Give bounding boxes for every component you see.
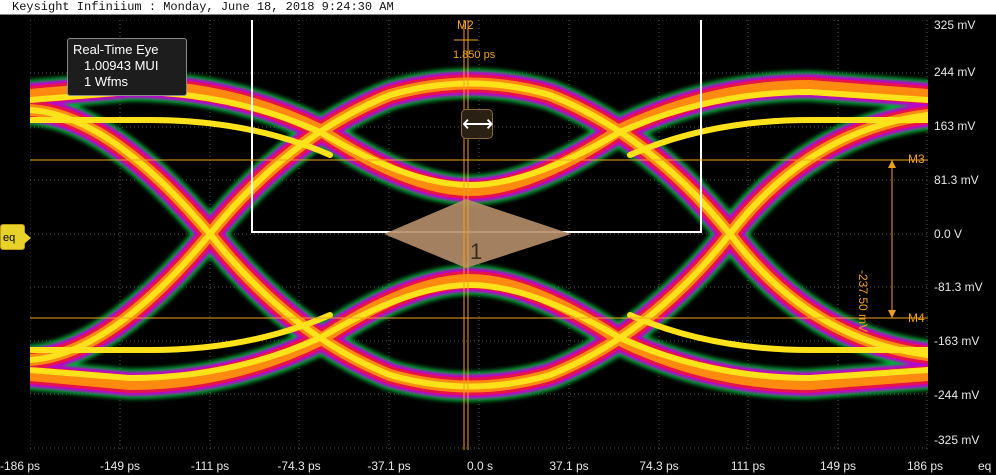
eye-mode-label: Real-Time Eye (73, 42, 159, 57)
waveform-count-label: 1 Wfms (84, 74, 129, 89)
x-tick-label: -149 ps (99, 459, 141, 473)
channel-marker-label: eq (3, 232, 16, 244)
marker-delta-y-label: -237.50 mV (856, 270, 870, 333)
window-title: Keysight Infiniium : Monday, June 18, 20… (12, 0, 394, 14)
x-tick-label: -74.3 ps (277, 459, 321, 473)
double-arrow-icon: ⟷ (462, 111, 494, 136)
marker-m2-delta: 1.850 ps (453, 49, 496, 61)
y-tick-label: -81.3 mV (934, 280, 983, 294)
x-tick-label: 149 ps (819, 459, 857, 473)
acquisition-info-box: Real-Time Eye 1.00943 MUI 1 Wfms (67, 38, 187, 96)
x-tick-label: -37.1 ps (367, 459, 411, 473)
x-tick-label: -186 ps (0, 459, 41, 473)
x-tick-label: -111 ps (190, 459, 230, 473)
horizontal-drag-handle[interactable]: ⟷ (461, 109, 494, 139)
x-tick-label: 111 ps (730, 459, 766, 473)
y-tick-label: 0.0 V (934, 227, 963, 241)
x-axis-source-label: eq (978, 459, 992, 473)
channel-ground-marker[interactable]: eq (0, 224, 31, 250)
x-tick-label: 74.3 ps (639, 459, 679, 473)
y-tick-label: -244 mV (934, 388, 980, 402)
y-tick-label: 325 mV (934, 18, 976, 32)
x-tick-label: 37.1 ps (549, 459, 589, 473)
y-tick-label: -325 mV (934, 433, 980, 447)
ui-count-label: 1.00943 MUI (84, 58, 159, 73)
y-tick-label: 163 mV (934, 119, 976, 133)
y-tick-label: 81.3 mV (934, 173, 979, 187)
marker-m2-label[interactable]: M2 (457, 18, 474, 32)
y-tick-label: 244 mV (934, 65, 976, 79)
mask-region-number: 1 (470, 239, 483, 264)
x-tick-label: 186 ps (906, 459, 944, 473)
marker-m4-label[interactable]: M4 (908, 311, 925, 325)
window-title-bar: Keysight Infiniium : Monday, June 18, 20… (0, 0, 996, 15)
x-tick-label: 0.0 s (466, 459, 494, 473)
y-tick-label: -163 mV (934, 334, 980, 348)
marker-m3-label[interactable]: M3 (908, 152, 925, 166)
